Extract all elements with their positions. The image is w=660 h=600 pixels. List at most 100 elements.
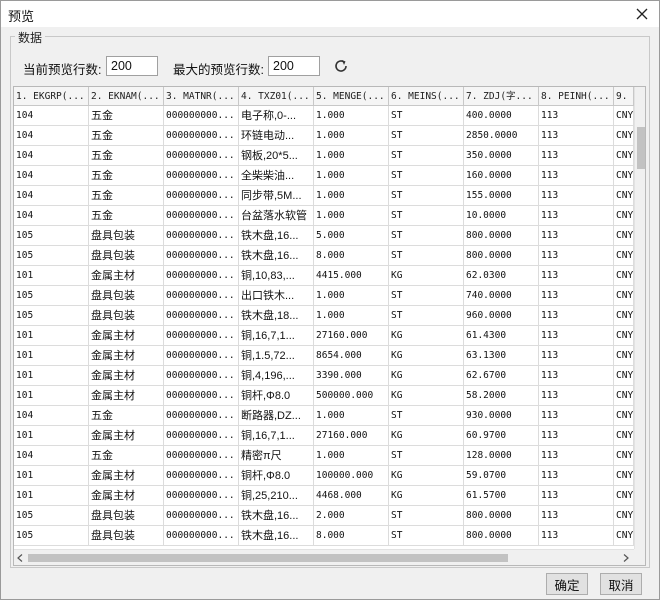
- column-header-col-txz01[interactable]: 4. TXZ01(...: [239, 87, 314, 106]
- ok-button[interactable]: 确定: [546, 573, 588, 595]
- table-row[interactable]: 104 五金 000000000... 电子称,0-... 1.000 ST 400.000…: [14, 106, 634, 126]
- table-cell-col-meins: ST: [389, 146, 464, 166]
- table-cell-col-matnr: 000000000...: [164, 186, 239, 206]
- table-cell-col-eknam: 金属主材: [89, 386, 164, 406]
- refresh-icon: [335, 60, 347, 72]
- table-row[interactable]: 104 五金 000000000... 断路器,DZ... 1.000 ST 930.000…: [14, 406, 634, 426]
- table-cell-col-zdj: 59.0700: [464, 466, 539, 486]
- table-cell-col-menge: 5.000: [314, 226, 389, 246]
- table-cell-col-ekgrp: 101: [14, 326, 89, 346]
- table-row[interactable]: 101 金属主材 000000000... 铜,16,7,1... 27160.000 K…: [14, 326, 634, 346]
- scroll-right-button[interactable]: [620, 550, 632, 565]
- table-cell-col-9: CNY: [614, 306, 634, 326]
- table-cell-col-txz01: 铁木盘,16...: [239, 526, 314, 546]
- table-cell-col-zdj: 62.6700: [464, 366, 539, 386]
- table-cell-col-zdj: 2850.0000: [464, 126, 539, 146]
- close-button[interactable]: [631, 4, 653, 24]
- group-label: 数据: [15, 29, 46, 46]
- column-header-col-menge[interactable]: 5. MENGE(...: [314, 87, 389, 106]
- table-row[interactable]: 104 五金 000000000... 钢板,20*5... 1.000 ST 350.00…: [14, 146, 634, 166]
- table-row[interactable]: 104 五金 000000000... 全柴柴油... 1.000 ST 160.0000 1…: [14, 166, 634, 186]
- table-row[interactable]: 105 盘具包装 000000000... 铁木盘,16... 8.000 ST 800.0…: [14, 526, 634, 546]
- column-header-col-ekgrp[interactable]: 1. EKGRP(...: [14, 87, 89, 106]
- table-cell-col-ekgrp: 105: [14, 306, 89, 326]
- table-row[interactable]: 101 金属主材 000000000... 铜,16,7,1... 27160.000 K…: [14, 426, 634, 446]
- table-cell-col-peinh: 113: [539, 486, 614, 506]
- column-header-col-eknam[interactable]: 2. EKNAM(...: [89, 87, 164, 106]
- table-row[interactable]: 101 金属主材 000000000... 铜,1.5,72... 8654.000 KG…: [14, 346, 634, 366]
- table-row[interactable]: 101 金属主材 000000000... 铜,4,196,... 3390.000 KG…: [14, 366, 634, 386]
- column-header-col-peinh[interactable]: 8. PEINH(...: [539, 87, 614, 106]
- table-cell-col-menge: 1.000: [314, 126, 389, 146]
- table-row[interactable]: 101 金属主材 000000000... 铜杆,Φ8.0 500000.000 KG 58…: [14, 386, 634, 406]
- table-cell-col-eknam: 盘具包装: [89, 246, 164, 266]
- table-cell-col-ekgrp: 105: [14, 246, 89, 266]
- table-cell-col-matnr: 000000000...: [164, 146, 239, 166]
- table-cell-col-ekgrp: 105: [14, 226, 89, 246]
- table-cell-col-eknam: 金属主材: [89, 346, 164, 366]
- column-header-col-meins[interactable]: 6. MEINS(...: [389, 87, 464, 106]
- table-cell-col-txz01: 铜,10,83,...: [239, 266, 314, 286]
- table-cell-col-txz01: 铁木盘,16...: [239, 226, 314, 246]
- table-cell-col-peinh: 113: [539, 366, 614, 386]
- table-row[interactable]: 101 金属主材 000000000... 铜,25,210... 4468.000 KG…: [14, 486, 634, 506]
- table-cell-col-txz01: 铜杆,Φ8.0: [239, 386, 314, 406]
- table-cell-col-zdj: 62.0300: [464, 266, 539, 286]
- table-cell-col-meins: KG: [389, 266, 464, 286]
- table-cell-col-meins: ST: [389, 226, 464, 246]
- table-cell-col-meins: ST: [389, 406, 464, 426]
- table-cell-col-9: CNY: [614, 346, 634, 366]
- table-cell-col-matnr: 000000000...: [164, 346, 239, 366]
- horizontal-scrollbar[interactable]: [14, 549, 634, 565]
- table-cell-col-meins: ST: [389, 446, 464, 466]
- column-header-col-zdj[interactable]: 7. ZDJ(字...: [464, 87, 539, 106]
- table-row[interactable]: 104 五金 000000000... 同步带,5M... 1.000 ST 155.000…: [14, 186, 634, 206]
- vertical-scroll-thumb[interactable]: [637, 127, 645, 169]
- table-cell-col-peinh: 113: [539, 106, 614, 126]
- table-cell-col-matnr: 000000000...: [164, 466, 239, 486]
- horizontal-scroll-thumb[interactable]: [28, 554, 508, 562]
- column-header-col-9[interactable]: 9.: [614, 87, 634, 106]
- table-cell-col-txz01: 全柴柴油...: [239, 166, 314, 186]
- preview-dialog: 预览 数据 当前预览行数: 最大的预览行数: 1. EKGRP(...2. EK…: [0, 0, 660, 600]
- refresh-button[interactable]: [331, 56, 351, 76]
- table-cell-col-eknam: 金属主材: [89, 326, 164, 346]
- table-row[interactable]: 105 盘具包装 000000000... 铁木盘,18... 1.000 ST 960.0…: [14, 306, 634, 326]
- table-row[interactable]: 105 盘具包装 000000000... 铁木盘,16... 5.000 ST 800.0…: [14, 226, 634, 246]
- table-body: 104 五金 000000000... 电子称,0-... 1.000 ST 400.000…: [14, 106, 634, 549]
- column-header-col-matnr[interactable]: 3. MATNR(...: [164, 87, 239, 106]
- table-cell-col-zdj: 930.0000: [464, 406, 539, 426]
- table-cell-col-zdj: 10.0000: [464, 206, 539, 226]
- table-cell-col-menge: 4415.000: [314, 266, 389, 286]
- table-row[interactable]: 105 盘具包装 000000000... 铁木盘,16... 8.000 ST 800.0…: [14, 246, 634, 266]
- table-cell-col-ekgrp: 104: [14, 106, 89, 126]
- vertical-scrollbar[interactable]: [634, 87, 645, 549]
- table-cell-col-txz01: 铁木盘,16...: [239, 246, 314, 266]
- table-header: 1. EKGRP(... 2. EKNAM(... 3. MATNR(... 4. T…: [14, 87, 634, 106]
- table-row[interactable]: 101 金属主材 000000000... 铜,10,83,... 4415.000 KG…: [14, 266, 634, 286]
- table-cell-col-zdj: 800.0000: [464, 226, 539, 246]
- table-cell-col-eknam: 金属主材: [89, 486, 164, 506]
- table-cell-col-menge: 500000.000: [314, 386, 389, 406]
- table-row[interactable]: 104 五金 000000000... 台盆落水软管 1.000 ST 10.0000 113…: [14, 206, 634, 226]
- table-cell-col-peinh: 113: [539, 186, 614, 206]
- table-row[interactable]: 104 五金 000000000... 精密π尺 1.000 ST 128.0000 113 C…: [14, 446, 634, 466]
- table-cell-col-peinh: 113: [539, 166, 614, 186]
- table-cell-col-meins: ST: [389, 106, 464, 126]
- table-cell-col-ekgrp: 104: [14, 146, 89, 166]
- table-cell-col-menge: 8.000: [314, 526, 389, 546]
- table-row[interactable]: 105 盘具包装 000000000... 出口铁木... 1.000 ST 740.000…: [14, 286, 634, 306]
- table-row[interactable]: 104 五金 000000000... 环链电动... 1.000 ST 2850.0000…: [14, 126, 634, 146]
- scroll-left-button[interactable]: [14, 550, 26, 565]
- table-row[interactable]: 101 金属主材 000000000... 铜杆,Φ8.0 100000.000 KG 59…: [14, 466, 634, 486]
- table-cell-col-eknam: 金属主材: [89, 426, 164, 446]
- cancel-button[interactable]: 取消: [600, 573, 642, 595]
- table-cell-col-meins: KG: [389, 366, 464, 386]
- current-rows-input[interactable]: [106, 56, 158, 76]
- table-cell-col-peinh: 113: [539, 346, 614, 366]
- table-cell-col-meins: ST: [389, 246, 464, 266]
- table-row[interactable]: 105 盘具包装 000000000... 铁木盘,16... 2.000 ST 800.0…: [14, 506, 634, 526]
- max-rows-input[interactable]: [268, 56, 320, 76]
- table-cell-col-meins: ST: [389, 286, 464, 306]
- table-cell-col-peinh: 113: [539, 446, 614, 466]
